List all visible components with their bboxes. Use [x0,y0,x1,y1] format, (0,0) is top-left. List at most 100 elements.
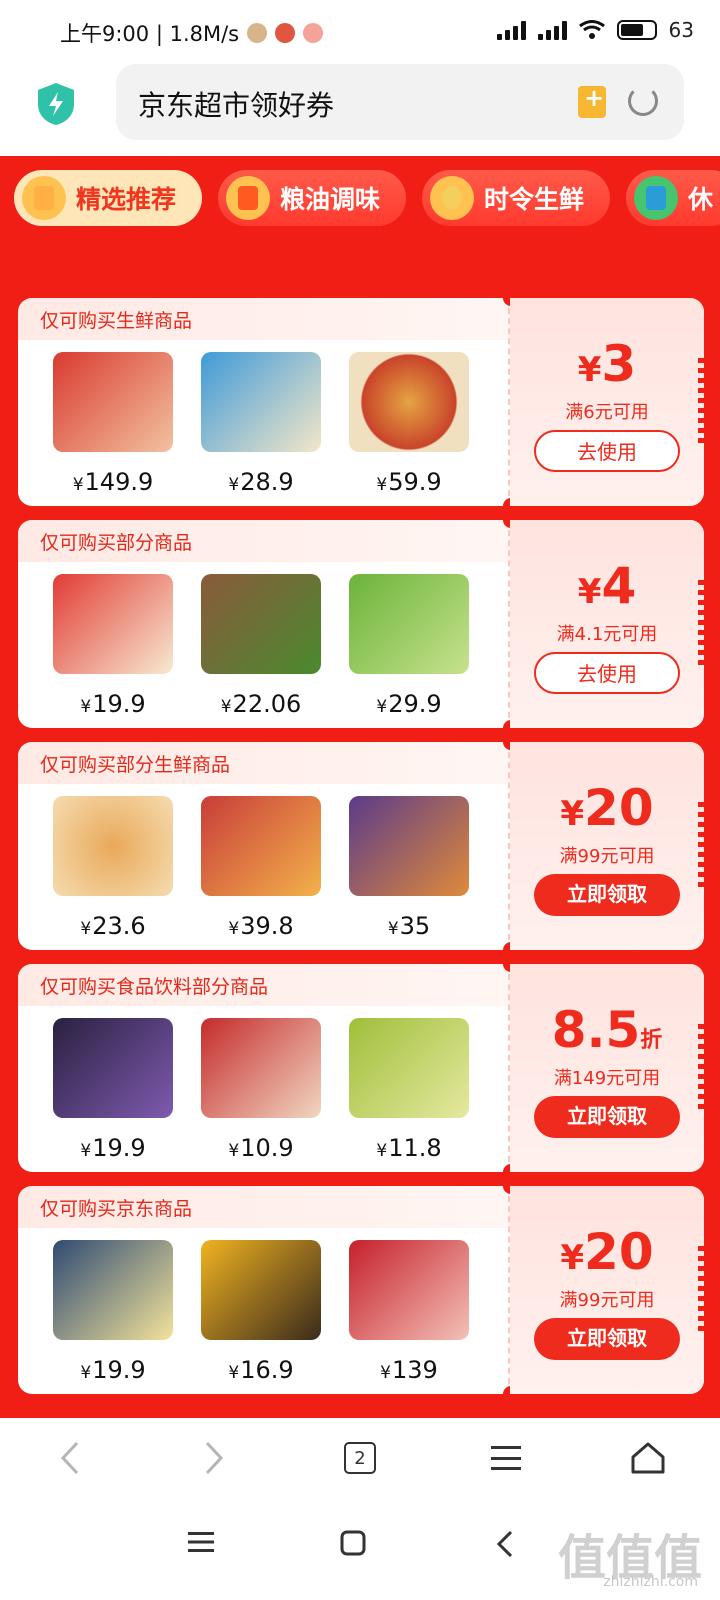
coupon-amount: ¥20 [560,1223,654,1281]
product-item[interactable]: ¥23.6 [38,786,188,950]
battery-level: 63 [668,18,694,42]
grain-oil-icon [226,176,271,220]
tab-featured[interactable]: 精选推荐 [14,170,203,226]
coupon-panel: ¥20 满99元可用 立即领取 [510,1186,704,1394]
status-right: 63 [496,18,694,42]
product-item[interactable]: ¥19.9 [38,1008,188,1172]
tab-fresh[interactable]: 时令生鲜 [422,170,611,226]
product-item[interactable]: ¥16.9 [186,1230,336,1394]
product-image-buns [53,796,173,896]
card-title: 仅可购买部分生鲜商品 [40,754,231,776]
menu-icon[interactable] [484,1436,528,1480]
product-price: 139 [392,1356,438,1384]
product-price: 10.9 [240,1134,294,1162]
product-image-egg-tarts [201,796,321,896]
home-icon[interactable] [626,1436,670,1480]
card-title: 仅可购买生鲜商品 [40,310,193,332]
product-price: 35 [399,912,431,940]
use-coupon-button[interactable]: 去使用 [534,652,680,694]
system-back-icon[interactable] [496,1530,514,1558]
product-item[interactable]: ¥35 [334,786,484,950]
reload-icon[interactable] [628,86,658,116]
product-price: 16.9 [240,1356,294,1384]
security-shield-icon[interactable] [36,82,76,126]
product-image-raisins [349,1018,469,1118]
category-tabs: 精选推荐 粮油调味 时令生鲜 休 [14,170,720,226]
product-image-pizza [349,352,469,452]
status-left: 上午9:00 | 1.8M/s [60,18,324,48]
product-item[interactable]: ¥10.9 [186,1008,336,1172]
coupon-condition: 满4.1元可用 [556,624,658,645]
back-icon[interactable] [48,1436,92,1480]
product-item[interactable]: ¥28.9 [186,342,336,506]
claim-coupon-button[interactable]: 立即领取 [534,1318,680,1360]
product-image-dates [201,1018,321,1118]
add-bookmark-icon[interactable] [578,84,606,118]
product-item[interactable]: ¥29.9 [334,564,484,728]
card-title: 仅可购买京东商品 [40,1198,193,1220]
coupon-amount: ¥3 [577,335,637,393]
tab-grain-oil[interactable]: 粮油调味 [218,170,407,226]
product-image-tofu-skin [201,1240,321,1340]
home-square-icon[interactable] [340,1530,366,1556]
coupon-card: 仅可购买部分生鲜商品 ¥23.6 ¥39.8 ¥35 ¥20 满99元可用 立即… [18,742,704,950]
browser-toolbar: 京东超市领好券 [0,64,720,156]
page-title: 京东超市领好券 [138,89,335,122]
featured-icon [22,176,66,220]
product-price: 28.9 [240,468,294,496]
coupon-condition: 满6元可用 [565,402,649,423]
product-image-toast [53,574,173,674]
coupon-card: 仅可购买生鲜商品 ¥149.9 ¥28.9 ¥59.9 ¥3 满6元可用 去使用 [18,298,704,506]
product-item[interactable]: ¥59.9 [334,342,484,506]
coupon-panel: ¥3 满6元可用 去使用 [510,298,704,506]
product-image-shumai [201,352,321,452]
product-image-pizza-bread [349,796,469,896]
snacks-icon [634,176,679,220]
product-price: 23.6 [92,912,146,940]
product-item[interactable]: ¥39.8 [186,786,336,950]
coupon-condition: 满149元可用 [553,1068,661,1089]
product-price: 11.8 [388,1134,442,1162]
tabs-button[interactable]: 2 [338,1436,382,1480]
coupon-panel: ¥4 满4.1元可用 去使用 [510,520,704,728]
product-price: 19.9 [92,1134,146,1162]
coupon-card: 仅可购买京东商品 ¥19.9 ¥16.9 ¥139 ¥20 满99元可用 立即领… [18,1186,704,1394]
product-price: 22.06 [232,690,302,718]
product-image-zongzi [201,574,321,674]
forward-icon[interactable] [192,1436,236,1480]
coupon-card: 仅可购买食品饮料部分商品 ¥19.9 ¥10.9 ¥11.8 8.5折 满149… [18,964,704,1172]
coupon-amount: ¥20 [560,779,654,837]
coupon-page: 精选推荐 粮油调味 时令生鲜 休 仅可购买生鲜商品 ¥149.9 ¥28.9 ¥… [0,156,720,1418]
product-item[interactable]: ¥22.06 [186,564,336,728]
use-coupon-button[interactable]: 去使用 [534,430,680,472]
app-notification-icon [275,23,296,43]
product-image-apples [53,352,173,452]
product-item[interactable]: ¥19.9 [38,564,188,728]
wifi-icon [578,20,605,39]
battery-icon [616,20,657,40]
product-item[interactable]: ¥149.9 [38,342,188,506]
product-item[interactable]: ¥11.8 [334,1008,484,1172]
coupon-amount: 8.5折 [551,1001,663,1059]
product-item[interactable]: ¥139 [334,1230,484,1394]
fresh-icon [430,176,475,220]
browser-bottom-nav: 2 [0,1418,720,1500]
address-bar[interactable]: 京东超市领好券 [116,64,684,140]
product-price: 59.9 [388,468,442,496]
product-price: 149.9 [84,468,154,496]
product-image-corn [53,1240,173,1340]
recent-apps-icon[interactable] [188,1530,214,1554]
tab-snacks[interactable]: 休 [626,170,720,226]
coupon-condition: 满99元可用 [559,1290,655,1311]
claim-coupon-button[interactable]: 立即领取 [534,874,680,916]
watermark-url: zhizhizhi.com [603,1574,698,1590]
claim-coupon-button[interactable]: 立即领取 [534,1096,680,1138]
signal-2-icon [537,20,567,40]
card-title: 仅可购买部分商品 [40,532,193,554]
shop-notification-icon [303,23,324,43]
product-item[interactable]: ¥19.9 [38,1230,188,1394]
product-price: 19.9 [92,1356,146,1384]
coupon-panel: 8.5折 满149元可用 立即领取 [510,964,704,1172]
notification-icon [247,23,268,43]
product-image-avocado-cake [349,574,469,674]
